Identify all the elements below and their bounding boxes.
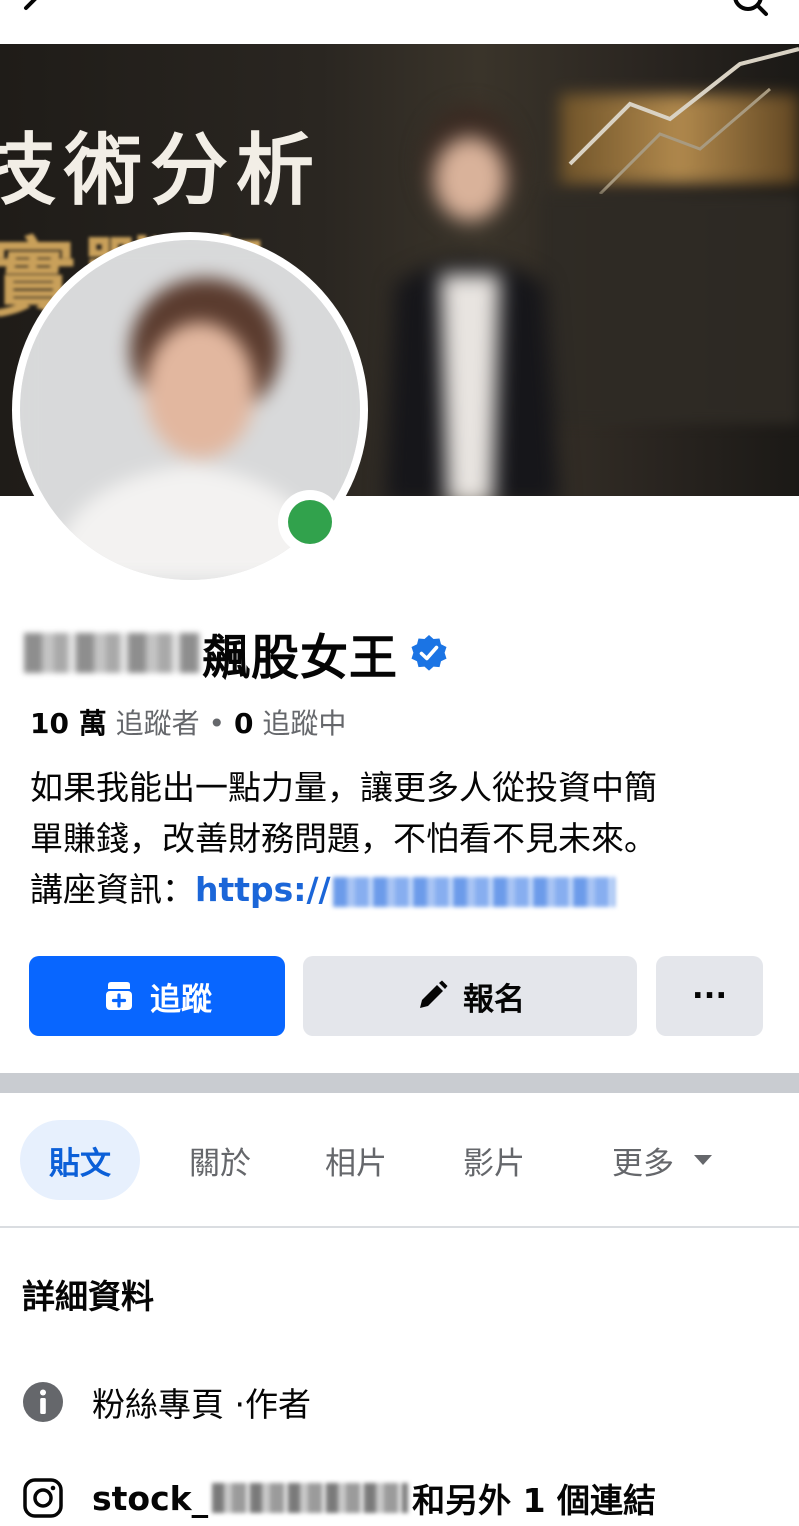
followers-label[interactable]: 追蹤者 <box>116 707 200 740</box>
instagram-row[interactable]: stock_ 和另外 1 個連結 <box>22 1470 656 1526</box>
follow-icon <box>106 982 132 1010</box>
following-label[interactable]: 追蹤中 <box>262 707 346 740</box>
profile-tabs: 貼文 關於 相片 影片 更多 <box>0 1120 799 1200</box>
pencil-icon <box>420 980 448 1008</box>
section-divider <box>0 1073 799 1093</box>
chart-lines-graphic <box>568 47 799 194</box>
online-status-dot <box>288 500 332 544</box>
more-options-button[interactable]: ··· <box>656 956 763 1036</box>
bio-line-2: 單賺錢，改善財務問題，不怕看不見未來。 <box>30 819 657 858</box>
more-dots-icon: ··· <box>691 978 728 1014</box>
followers-count: 10 萬 <box>30 707 107 740</box>
cover-title-line1: 技術分析 <box>0 125 323 216</box>
search-icon[interactable] <box>733 0 769 22</box>
tab-videos[interactable]: 影片 <box>442 1120 546 1200</box>
instagram-icon <box>23 1478 63 1518</box>
tab-more-label: 更多 <box>612 1145 674 1182</box>
tab-about-label: 關於 <box>189 1145 251 1182</box>
instagram-handle-prefix[interactable]: stock_ <box>92 1479 208 1518</box>
details-title: 詳細資料 <box>22 1277 154 1316</box>
follow-label: 追蹤 <box>150 981 212 1018</box>
bio-link[interactable]: https:// <box>195 870 331 909</box>
back-arrow-icon[interactable] <box>18 0 52 24</box>
top-bar <box>0 0 799 44</box>
page-name: 飆股女王 <box>202 630 399 686</box>
tab-posts-label: 貼文 <box>49 1145 111 1182</box>
instagram-suffix: 和另外 1 個連結 <box>412 1481 657 1520</box>
tab-more[interactable]: 更多 <box>588 1120 738 1200</box>
bio-link-prefix: 講座資訊： <box>30 870 195 909</box>
cover-person-image <box>385 106 560 496</box>
tab-about[interactable]: 關於 <box>168 1120 272 1200</box>
tab-photos[interactable]: 相片 <box>304 1120 408 1200</box>
category-prefix: 粉絲專頁 · <box>92 1385 245 1424</box>
follower-stats: 10 萬 追蹤者 • 0 追蹤中 <box>30 702 346 742</box>
register-button[interactable]: 報名 <box>303 956 637 1036</box>
following-count: 0 <box>233 707 254 740</box>
tab-videos-label: 影片 <box>463 1145 525 1182</box>
category-row: 粉絲專頁 · 作者 <box>22 1374 311 1430</box>
cover-info-panel <box>540 194 799 424</box>
profile-name-row: 飆股女王 <box>24 618 448 688</box>
follow-button[interactable]: 追蹤 <box>29 956 285 1036</box>
caret-down-icon <box>694 1155 712 1165</box>
stats-separator: • <box>208 707 234 740</box>
bio-line-3: 講座資訊：https:// <box>30 864 770 915</box>
redacted-name-prefix <box>24 633 200 673</box>
redacted-instagram-handle <box>212 1483 409 1513</box>
profile-bio: 如果我能出一點力量，讓更多人從投資中簡 單賺錢，改善財務問題，不怕看不見未來。 … <box>30 762 770 915</box>
register-label: 報名 <box>463 981 525 1018</box>
tabs-underline <box>0 1226 799 1228</box>
tab-photos-label: 相片 <box>325 1145 387 1182</box>
bio-line-1: 如果我能出一點力量，讓更多人從投資中簡 <box>30 768 657 807</box>
verified-badge-icon <box>411 635 447 671</box>
category-text: 作者 <box>244 1385 311 1424</box>
info-icon <box>23 1382 63 1422</box>
tab-posts[interactable]: 貼文 <box>20 1120 140 1200</box>
redacted-link-path[interactable] <box>332 876 615 907</box>
